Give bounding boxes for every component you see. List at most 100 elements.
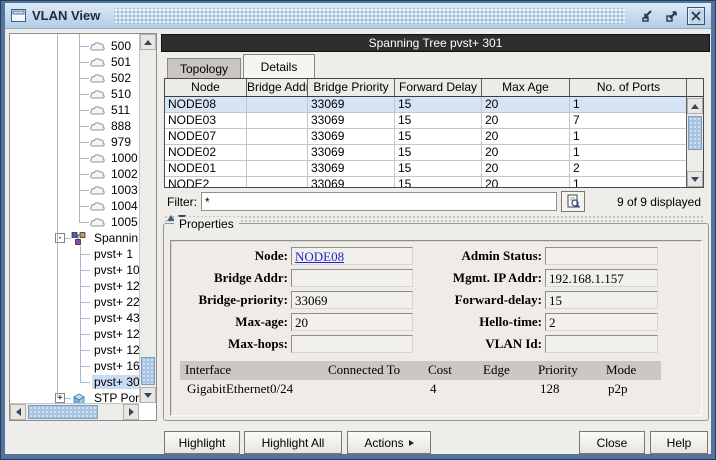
tree-item-vlan[interactable]: 1004 bbox=[11, 198, 139, 214]
tree-scroll-down-icon[interactable] bbox=[140, 387, 156, 403]
tree-item-pvst[interactable]: pvst+ 12 bbox=[11, 278, 139, 294]
tree-item-label: pvst+ 12 bbox=[92, 327, 139, 341]
column-header[interactable]: Max Age bbox=[482, 79, 570, 96]
table-cell: NODE2 bbox=[165, 177, 247, 188]
tree-connector bbox=[80, 246, 81, 382]
table-row[interactable]: NODE013306915202 bbox=[165, 161, 703, 177]
tree-scroll-up-icon[interactable] bbox=[140, 34, 156, 50]
cloud-icon bbox=[89, 88, 106, 100]
nodes-table-scrollbar[interactable] bbox=[686, 79, 703, 187]
tree-item-pvst[interactable]: pvst+ 12 bbox=[11, 326, 139, 342]
panel-header: Spanning Tree pvst+ 301 bbox=[161, 34, 710, 52]
table-row[interactable]: NODE033306915207 bbox=[165, 113, 703, 129]
property-value-field[interactable]: 192.168.1.157 bbox=[545, 269, 658, 287]
tree-item-pvst[interactable]: pvst+ 43 bbox=[11, 310, 139, 326]
cloud-icon bbox=[89, 136, 106, 148]
property-row-right: Admin Status: bbox=[171, 247, 701, 265]
table-scroll-down-icon[interactable] bbox=[687, 171, 703, 187]
tree-item-spanning[interactable]: -Spannin bbox=[11, 230, 139, 246]
filter-input[interactable] bbox=[201, 192, 557, 211]
table-cell: 33069 bbox=[308, 129, 395, 144]
interface-row[interactable]: GigabitEthernet0/244128p2p bbox=[180, 380, 661, 399]
minimize-icon[interactable] bbox=[639, 7, 657, 25]
highlight-all-button[interactable]: Highlight All bbox=[244, 431, 342, 454]
tree-item-label: pvst+ 1 bbox=[92, 247, 135, 261]
tree-item-vlan[interactable]: 500 bbox=[11, 38, 139, 54]
properties-group: Properties InterfaceConnected ToCostEdge… bbox=[163, 223, 709, 421]
tree-item-label: 500 bbox=[109, 39, 133, 53]
tree-hscroll-thumb[interactable] bbox=[28, 405, 98, 419]
actions-menu-button[interactable]: Actions bbox=[347, 431, 431, 454]
tree-item-vlan[interactable]: 1000 bbox=[11, 150, 139, 166]
close-button[interactable]: Close bbox=[579, 431, 645, 454]
window-titlebar[interactable]: VLAN View bbox=[5, 3, 711, 29]
tree-item-label: 1003 bbox=[109, 183, 139, 197]
property-value-field[interactable] bbox=[545, 247, 658, 265]
table-cell: 33069 bbox=[308, 161, 395, 176]
table-row[interactable]: NODE083306915201 bbox=[165, 97, 703, 113]
property-row-right: VLAN Id: bbox=[171, 335, 701, 353]
tree-item-vlan[interactable]: 1003 bbox=[11, 182, 139, 198]
tree-item-vlan[interactable]: 511 bbox=[11, 102, 139, 118]
tree-item-label: pvst+ 12 bbox=[92, 279, 139, 293]
tree-scroll-left-icon[interactable] bbox=[10, 404, 26, 420]
property-row-right: Mgmt. IP Addr:192.168.1.157 bbox=[171, 269, 701, 287]
filter-label: Filter: bbox=[167, 195, 197, 209]
cloud-icon bbox=[89, 104, 106, 116]
highlight-button[interactable]: Highlight bbox=[164, 431, 240, 454]
tree-item-pvst[interactable]: pvst+ 30 bbox=[11, 374, 139, 390]
column-header[interactable]: No. of Ports bbox=[570, 79, 688, 96]
tree-item-vlan[interactable]: 888 bbox=[11, 118, 139, 134]
window-body: VLAN View 500501502510511888979100010021… bbox=[5, 3, 711, 454]
tree-item-pvst[interactable]: pvst+ 22 bbox=[11, 294, 139, 310]
column-header[interactable]: Bridge Addr bbox=[247, 79, 308, 96]
titlebar-texture bbox=[114, 8, 625, 24]
tree-horizontal-scrollbar[interactable] bbox=[10, 403, 139, 420]
table-cell: 15 bbox=[395, 97, 482, 112]
tree-scroll-right-icon[interactable] bbox=[123, 404, 139, 420]
maximize-icon[interactable] bbox=[663, 7, 681, 25]
vlan-tree-panel: 5005015025105118889791000100210031004100… bbox=[9, 33, 157, 421]
column-header[interactable]: Bridge Priority bbox=[308, 79, 395, 96]
tree-item-vlan[interactable]: 1002 bbox=[11, 166, 139, 182]
tree-item-vlan[interactable]: 501 bbox=[11, 54, 139, 70]
tree-item-label: pvst+ 16 bbox=[92, 359, 139, 373]
tree-item-vlan[interactable]: 1005 bbox=[11, 214, 139, 230]
tab-topology[interactable]: Topology bbox=[167, 58, 241, 78]
tree-item-pvst[interactable]: pvst+ 16 bbox=[11, 358, 139, 374]
close-icon[interactable] bbox=[687, 7, 705, 25]
help-button[interactable]: Help bbox=[650, 431, 708, 454]
property-value-field[interactable] bbox=[545, 335, 658, 353]
filter-search-button[interactable] bbox=[561, 191, 585, 212]
table-cell: 15 bbox=[395, 129, 482, 144]
property-label: Admin Status: bbox=[416, 248, 542, 264]
column-header[interactable]: Node bbox=[165, 79, 247, 96]
tree-item-stp-port[interactable]: +STP Por bbox=[11, 390, 139, 403]
interface-column-header: Priority bbox=[533, 361, 601, 380]
tree-item-vlan[interactable]: 510 bbox=[11, 86, 139, 102]
vlan-view-window: VLAN View 500501502510511888979100010021… bbox=[0, 0, 716, 460]
table-row[interactable]: NODE23306915201 bbox=[165, 177, 703, 188]
table-scroll-up-icon[interactable] bbox=[687, 98, 703, 114]
nodes-table: NodeBridge AddrBridge PriorityForward De… bbox=[164, 78, 704, 188]
interface-cell: p2p bbox=[601, 380, 661, 399]
tree-item-vlan[interactable]: 502 bbox=[11, 70, 139, 86]
tab-details[interactable]: Details bbox=[243, 54, 315, 78]
tree-item-pvst[interactable]: pvst+ 1 bbox=[11, 246, 139, 262]
table-cell bbox=[247, 113, 308, 128]
column-header[interactable]: Forward Delay bbox=[395, 79, 482, 96]
property-value-field[interactable]: 2 bbox=[545, 313, 658, 331]
interface-column-header: Cost bbox=[423, 361, 478, 380]
splitter-handle[interactable] bbox=[164, 215, 704, 222]
property-value-field[interactable]: 15 bbox=[545, 291, 658, 309]
interface-table: InterfaceConnected ToCostEdgePriorityMod… bbox=[180, 361, 661, 399]
tree-item-vlan[interactable]: 979 bbox=[11, 134, 139, 150]
table-row[interactable]: NODE073306915201 bbox=[165, 129, 703, 145]
tree-vscroll-thumb[interactable] bbox=[141, 357, 155, 385]
window-title: VLAN View bbox=[32, 8, 100, 23]
tree-item-pvst[interactable]: pvst+ 10 bbox=[11, 262, 139, 278]
table-row[interactable]: NODE023306915201 bbox=[165, 145, 703, 161]
tree-item-pvst[interactable]: pvst+ 12 bbox=[11, 342, 139, 358]
tree-vertical-scrollbar[interactable] bbox=[139, 34, 156, 403]
table-vscroll-thumb[interactable] bbox=[688, 116, 702, 150]
